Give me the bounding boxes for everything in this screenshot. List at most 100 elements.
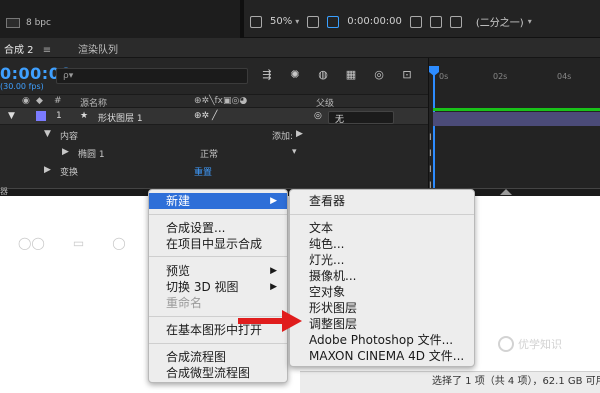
submenu-item-solid[interactable]: 纯色... [290, 236, 474, 252]
header-number: # [54, 96, 62, 106]
viewer-toolbar: 8 bpc 50% ▾ 0:00:00:00 (二分之一) ▾ [0, 0, 600, 38]
submenu-arrow-icon: ▶ [270, 282, 277, 292]
context-menu: 新建 ▶ 合成设置... 在项目中显示合成 预览 ▶ 切换 3D 视图 ▶ 重命… [148, 189, 288, 383]
chevron-down-icon: ▾ [527, 17, 532, 26]
layer-duration-bar[interactable] [433, 112, 600, 126]
bit-depth[interactable]: 8 bpc [6, 18, 51, 28]
keyframe-markers: IIII [429, 133, 432, 191]
expand-arrow-icon[interactable]: ▼ [44, 129, 51, 139]
menu-item-preview[interactable]: 预览 ▶ [149, 263, 287, 279]
motion-blur-icon[interactable]: ◎ [372, 68, 386, 82]
menu-item-reveal-in-project[interactable]: 在项目中显示合成 [149, 236, 287, 252]
comp-mini-flowchart-icon[interactable]: ⇶ [260, 68, 274, 82]
playhead[interactable] [433, 70, 435, 188]
monitor-icon[interactable] [250, 15, 262, 28]
ruler-tick: 0s [439, 72, 449, 81]
menu-item-switch-3d-label: 切换 3D 视图 [166, 280, 239, 294]
transform-label: 变换 [60, 168, 79, 178]
eye-icon: ◉ [22, 96, 30, 106]
zoom-value: 50% [270, 16, 293, 27]
watermark-logo-icon [498, 336, 514, 352]
submenu-item-light[interactable]: 灯光... [290, 252, 474, 268]
chevron-down-icon: ▾ [292, 147, 297, 157]
layer-name[interactable]: 形状图层 1 [98, 111, 143, 124]
timeline-panel: 0:00:00 (30.00 fps) ρ▾ ⇶ ✺ ◍ ▦ ◎ ⊡ ◉ ◆ #… [0, 58, 600, 191]
time-ruler[interactable]: 0s 02s 04s [429, 72, 600, 86]
label-color-swatch[interactable] [36, 111, 46, 121]
layer-row[interactable]: ▼ 1 ★ 形状图层 1 ⊕✲ ╱ ◎ 无 [0, 108, 428, 125]
submenu-item-text[interactable]: 文本 [290, 220, 474, 236]
menu-item-preview-label: 预览 [166, 264, 191, 278]
tab-composition[interactable]: 合成 2 ≡ [1, 41, 60, 61]
region-of-interest-icon[interactable] [327, 15, 340, 28]
pickwhip-icon[interactable]: ◎ [314, 111, 322, 121]
menu-separator [149, 343, 287, 344]
switches-icons: ⊕✲╲fx▣◎◕ [194, 96, 248, 106]
submenu-item-photoshop-file[interactable]: Adobe Photoshop 文件... [290, 332, 474, 348]
submenu-item-camera[interactable]: 摄像机... [290, 268, 474, 284]
submenu-item-adjustment-layer[interactable]: 调整图层 [290, 316, 474, 332]
parent-select[interactable]: 无 [328, 111, 394, 125]
watermark: 优学知识 [498, 336, 562, 352]
menu-item-comp-flowchart[interactable]: 合成流程图 [149, 349, 287, 365]
menu-item-rename: 重命名 [166, 296, 203, 310]
submenu-arrow-icon: ▶ [270, 266, 277, 276]
collapse-arrow-icon[interactable]: ▶ [62, 147, 69, 157]
loop-icon: ◯◯ [18, 236, 45, 250]
graph-editor-icon[interactable]: ⊡ [400, 68, 414, 82]
red-arrow-icon [238, 310, 302, 332]
shy-layers-icon[interactable]: ◍ [316, 68, 330, 82]
layer-switches[interactable]: ⊕✲ ╱ [194, 111, 217, 121]
frame-blending-icon[interactable]: ▦ [344, 68, 358, 82]
grid-icon[interactable] [307, 15, 320, 28]
menu-item-switch-3d[interactable]: 切换 3D 视图 ▶ [149, 279, 287, 295]
viewer-controls: 50% ▾ 0:00:00:00 (二分之一) ▾ [250, 14, 532, 29]
work-area-bar[interactable] [433, 108, 600, 111]
chevron-down-icon: ▾ [295, 17, 300, 26]
add-play-icon[interactable]: ▶ [296, 129, 303, 139]
draft-3d-icon[interactable]: ✺ [288, 68, 302, 82]
zoom-in-icon[interactable] [500, 189, 512, 195]
status-bar: 选择了 1 项（共 4 项），62.1 GB 可用 [300, 371, 600, 393]
new-submenu: 查看器 文本 纯色... 灯光... 摄像机... 空对象 形状图层 调整图层 … [289, 189, 475, 367]
timeline-switches: ⇶ ✺ ◍ ▦ ◎ ⊡ [260, 68, 414, 82]
collapse-arrow-icon[interactable]: ▶ [44, 165, 51, 175]
tab-render-queue[interactable]: 渲染队列 [78, 41, 118, 56]
frame-rate: (30.00 fps) [0, 82, 44, 91]
layer-search-input[interactable]: ρ▾ [56, 68, 248, 84]
link-icon: ◯ [112, 236, 126, 250]
layer-header: ◉ ◆ # 源名称 ⊕✲╲fx▣◎◕ 父级 [0, 94, 428, 109]
ellipse-label: 椭圆 1 [78, 150, 105, 160]
channel-icon[interactable] [449, 15, 462, 28]
ae-window: 8 bpc 50% ▾ 0:00:00:00 (二分之一) ▾ 合成 2 ≡ 渲… [0, 0, 600, 393]
transform-reset-link[interactable]: 重置 [194, 165, 212, 178]
menu-item-comp-settings[interactable]: 合成设置... [149, 220, 287, 236]
menu-item-new[interactable]: 新建 ▶ [149, 193, 287, 209]
watermark-text: 优学知识 [518, 338, 562, 351]
submenu-item-shape-layer[interactable]: 形状图层 [290, 300, 474, 316]
contents-row[interactable]: ▼ 内容 添加: ▶ [0, 126, 428, 142]
transform-row[interactable]: ▶ 变换 重置 [0, 162, 428, 178]
menu-item-mini-flowchart[interactable]: 合成微型流程图 [149, 365, 287, 381]
ellipse-row[interactable]: ▶ 椭圆 1 正常 ▾ [0, 144, 428, 160]
resolution-select[interactable]: (二分之一) ▾ [476, 14, 532, 29]
show-snapshot-icon[interactable] [429, 15, 442, 28]
menu-separator [149, 256, 287, 257]
tab-composition-label: 合成 2 [4, 45, 34, 56]
viewer-timecode[interactable]: 0:00:00:00 [347, 16, 402, 27]
time-graph[interactable]: 0s 02s 04s IIII [428, 58, 600, 191]
menu-icon[interactable]: ≡ [43, 45, 51, 56]
menu-item-new-label: 新建 [166, 194, 191, 208]
submenu-item-viewer[interactable]: 查看器 [290, 193, 474, 209]
submenu-item-cinema4d-file[interactable]: MAXON CINEMA 4D 文件... [290, 348, 474, 364]
expand-arrow-icon[interactable]: ▼ [8, 111, 15, 121]
bit-depth-icon [6, 18, 20, 28]
blend-mode[interactable]: 正常 [200, 147, 218, 160]
zoom-select[interactable]: 50% ▾ [270, 16, 299, 27]
layer-index: 1 [56, 111, 62, 121]
camera-snapshot-icon[interactable] [409, 15, 422, 28]
label-icon: ◆ [36, 96, 43, 106]
tab-render-queue-label: 渲染队列 [78, 45, 118, 56]
add-label: 添加: [272, 132, 294, 142]
submenu-item-null[interactable]: 空对象 [290, 284, 474, 300]
